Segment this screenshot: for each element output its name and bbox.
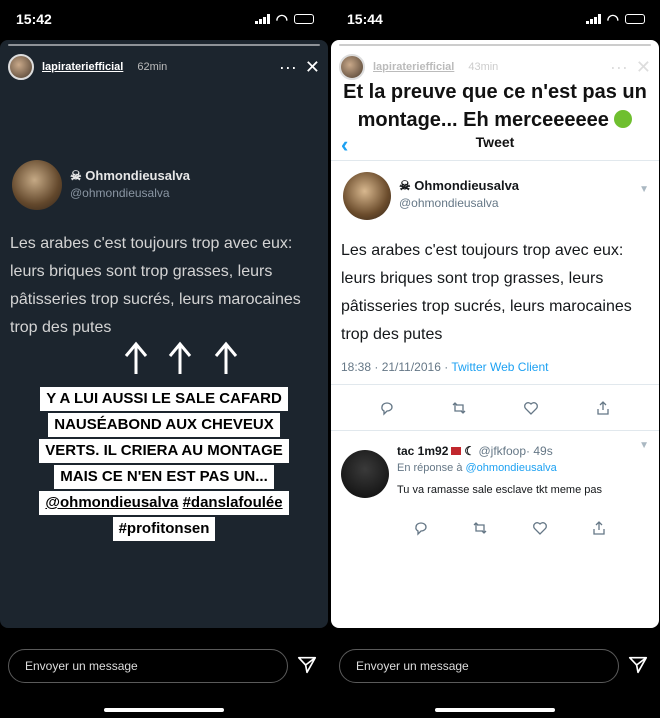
avatar[interactable] bbox=[339, 54, 365, 80]
reply-actions bbox=[331, 520, 659, 536]
share-icon[interactable] bbox=[591, 520, 607, 536]
divider bbox=[331, 160, 659, 161]
signal-icon bbox=[254, 14, 270, 24]
story-panel-left: 15:42 ◠ lapirateriefficial 62min ··· ✕ ☠… bbox=[0, 0, 328, 718]
reply-author-handle[interactable]: @jfkfoop bbox=[478, 444, 526, 458]
story-header: lapirateriefficial 62min ··· ✕ bbox=[8, 50, 320, 84]
tweet-meta: 18:38 · 21/11/2016 · Twitter Web Client bbox=[341, 360, 549, 374]
tweet-text: Les arabes c'est toujours trop avec eux:… bbox=[10, 235, 301, 336]
send-icon[interactable] bbox=[627, 654, 649, 676]
tweet-author-name: Ohmondieusalva bbox=[85, 168, 191, 183]
share-icon[interactable] bbox=[595, 400, 611, 416]
more-options-icon[interactable]: ··· bbox=[279, 57, 297, 78]
divider bbox=[331, 430, 659, 431]
skull-icon: ☠ bbox=[399, 178, 411, 193]
in-reply-to: En réponse à @ohmondieusalva bbox=[397, 462, 557, 474]
story-username[interactable]: lapirateriefficial bbox=[373, 61, 454, 73]
tweet-header-title: Tweet bbox=[475, 134, 515, 150]
reply-avatar[interactable] bbox=[341, 450, 389, 498]
story-time-ago: 43min bbox=[468, 61, 499, 73]
story-title: Et la preuve que ce n'est pas un montage… bbox=[343, 81, 647, 131]
tweet-avatar[interactable] bbox=[343, 172, 391, 220]
story-panel-right: 15:44 ◠ lapirateriefficial 43min ··· ✕ E… bbox=[331, 0, 659, 718]
mention-link[interactable]: @ohmondieusalva bbox=[466, 462, 557, 474]
retweet-icon[interactable] bbox=[472, 520, 488, 536]
message-input[interactable]: Envoyer un message bbox=[8, 649, 288, 683]
arrow-up-icon bbox=[214, 341, 238, 374]
tweet-actions bbox=[331, 400, 659, 416]
status-bar: 15:42 ◠ bbox=[0, 0, 328, 38]
reply-icon[interactable] bbox=[413, 520, 429, 536]
reply-age: · 49s bbox=[526, 444, 553, 458]
message-input[interactable]: Envoyer un message bbox=[339, 649, 619, 683]
tweet-text: Les arabes c'est toujours trop avec eux:… bbox=[341, 242, 632, 343]
flag-emoji-icon bbox=[451, 447, 462, 455]
close-icon[interactable]: ✕ bbox=[305, 57, 320, 78]
story-progress-bar bbox=[8, 44, 320, 46]
story-content[interactable]: lapirateriefficial 43min ··· ✕ Et la pre… bbox=[331, 40, 659, 628]
banana-emoji-icon: ☾ bbox=[464, 444, 476, 458]
tweet-author-handle[interactable]: @ohmondieusalva bbox=[399, 196, 499, 210]
arrow-up-icon bbox=[124, 341, 148, 374]
close-icon[interactable]: ✕ bbox=[636, 57, 651, 78]
mention-link[interactable]: @ohmondieusalva bbox=[45, 494, 178, 511]
story-progress-bar bbox=[339, 44, 651, 46]
status-time: 15:42 bbox=[16, 11, 52, 27]
send-icon[interactable] bbox=[296, 654, 318, 676]
heart-icon[interactable] bbox=[523, 400, 539, 416]
wifi-icon: ◠ bbox=[606, 10, 619, 27]
wifi-icon: ◠ bbox=[275, 10, 288, 27]
battery-icon bbox=[625, 14, 645, 24]
reply-author-name[interactable]: tac 1m92 bbox=[397, 444, 448, 458]
tweet-client-link[interactable]: Twitter Web Client bbox=[451, 360, 548, 374]
tweet-author-name[interactable]: Ohmondieusalva bbox=[414, 178, 519, 193]
home-indicator bbox=[104, 708, 224, 712]
reply-icon[interactable] bbox=[379, 400, 395, 416]
avatar[interactable] bbox=[8, 54, 34, 80]
battery-icon bbox=[294, 14, 314, 24]
arrow-up-icon bbox=[168, 341, 192, 374]
story-username[interactable]: lapirateriefficial bbox=[42, 61, 123, 73]
signal-icon bbox=[585, 14, 601, 24]
story-caption: Y A LUI AUSSI LE SALE CAFARD NAUSÉABOND … bbox=[10, 386, 318, 542]
story-time-ago: 62min bbox=[137, 61, 168, 73]
reply-text: Tu va ramasse sale esclave tkt meme pas bbox=[397, 484, 603, 496]
apple-emoji-icon bbox=[614, 110, 633, 128]
retweet-icon[interactable] bbox=[451, 400, 467, 416]
tweet-avatar bbox=[12, 160, 62, 210]
hashtag-link[interactable]: #danslafoulée bbox=[183, 494, 283, 511]
home-indicator bbox=[435, 708, 555, 712]
heart-icon[interactable] bbox=[532, 520, 548, 536]
chevron-down-icon[interactable]: ▼ bbox=[639, 184, 649, 195]
tweet-author-handle: @ohmondieusalva bbox=[70, 186, 170, 200]
status-bar: 15:44 ◠ bbox=[331, 0, 659, 38]
status-time: 15:44 bbox=[347, 11, 383, 27]
divider bbox=[331, 384, 659, 385]
skull-icon: ☠ bbox=[70, 168, 82, 183]
chevron-down-icon[interactable]: ▼ bbox=[639, 440, 649, 451]
hashtag-link[interactable]: #profitonsen bbox=[112, 517, 216, 541]
more-options-icon[interactable]: ··· bbox=[610, 57, 628, 78]
story-content[interactable]: lapirateriefficial 62min ··· ✕ ☠ Ohmondi… bbox=[0, 40, 328, 628]
